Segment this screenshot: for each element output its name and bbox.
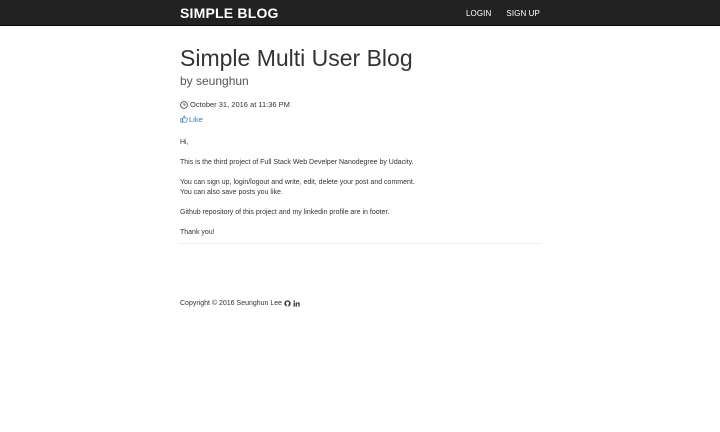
github-icon[interactable] [284, 299, 291, 307]
login-link[interactable]: LOGIN [466, 9, 491, 18]
nav-links: LOGIN SIGN UP [451, 0, 540, 26]
footer: Copyright © 2016 Seunghun Lee [180, 298, 300, 308]
paragraph: You can sign up, login/logout and write,… [180, 179, 415, 196]
post-title: Simple Multi User Blog [180, 45, 413, 71]
signup-link[interactable]: SIGN UP [506, 9, 540, 18]
thumbs-up-icon [180, 115, 188, 123]
linkedin-icon[interactable] [293, 299, 300, 307]
paragraph: Hi, [180, 139, 189, 146]
post-container: Simple Multi User Blog by seunghun Octob… [180, 44, 540, 248]
copyright-text: Copyright © 2016 Seunghun Lee [180, 299, 283, 307]
like-label: Like [189, 114, 203, 124]
brand-link[interactable]: SIMPLE BLOG [180, 5, 279, 21]
post-body: Hi, This is the third project of Full St… [180, 138, 540, 238]
like-button[interactable]: Like [180, 114, 203, 125]
paragraph: This is the third project of Full Stack … [180, 159, 414, 166]
clock-icon [180, 100, 188, 109]
paragraph: Thank you! [180, 229, 215, 236]
post-author: by seunghun [180, 74, 249, 88]
post-date: October 31, 2016 at 11:36 PM [180, 99, 540, 110]
paragraph: Github repository of this project and my… [180, 209, 390, 216]
top-navbar: SIMPLE BLOG LOGIN SIGN UP [0, 0, 720, 26]
post-date-text: October 31, 2016 at 11:36 PM [190, 100, 290, 109]
content-divider [180, 243, 540, 244]
